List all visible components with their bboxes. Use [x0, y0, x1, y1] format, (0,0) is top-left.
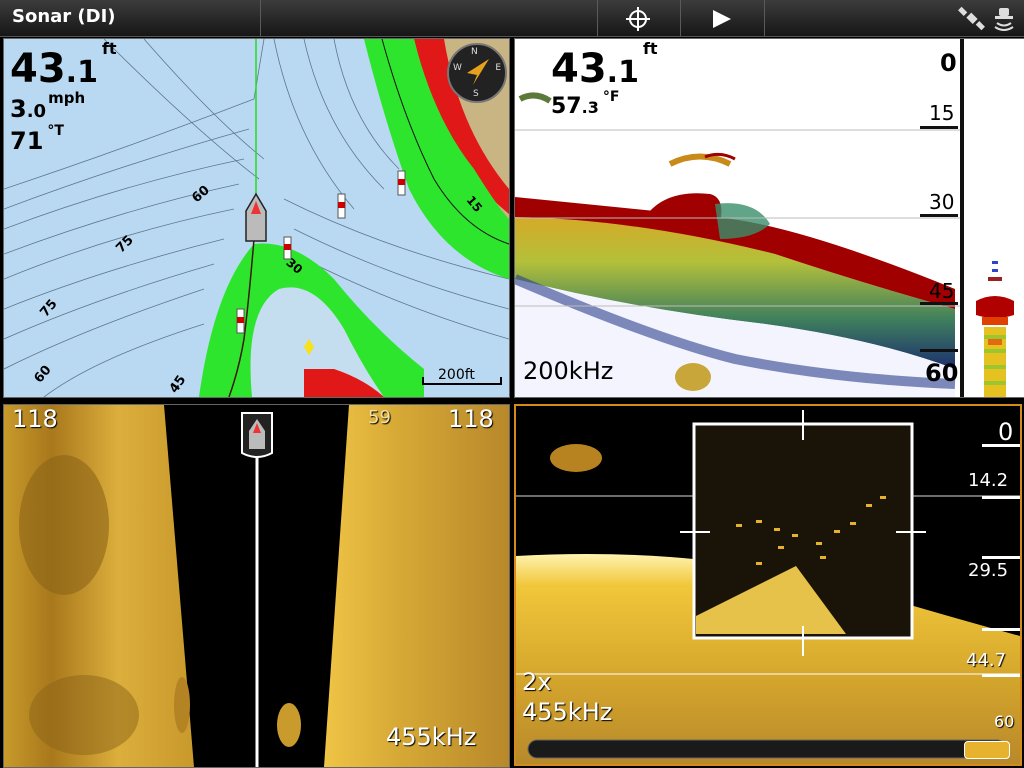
water-temp-readout: 57.3°F — [551, 89, 620, 119]
zoom-scroll-handle[interactable] — [964, 741, 1010, 759]
zoom-level-label: 2x — [522, 668, 552, 696]
compass-icon[interactable]: N E S W — [447, 43, 507, 103]
depth-scale-label: 60 — [925, 359, 959, 387]
topbar-divider — [260, 0, 261, 36]
si-depth-mark: 59 — [368, 407, 391, 428]
depth-scale-label: 0 — [940, 49, 957, 77]
play-icon[interactable] — [710, 8, 734, 30]
top-bar: Sonar (DI) — [0, 0, 1024, 37]
speed-readout: 3.0mph — [10, 89, 86, 123]
sonar-frequency-label: 200kHz — [523, 357, 614, 385]
di-depth-scale-label: 14.2 — [968, 470, 1009, 491]
topbar-divider — [764, 0, 765, 36]
topbar-divider — [680, 0, 681, 36]
side-imaging-image — [4, 405, 509, 767]
chart-depth-readout: 43.1ft — [10, 39, 117, 92]
di-depth-scale-label: 0 — [998, 418, 1014, 446]
si-range-left: 118 — [12, 405, 58, 433]
chart-view-pane[interactable]: 60 75 75 60 45 30 15 43.1ft 3.0mph 71 °T … — [3, 38, 510, 398]
transducer-icon — [994, 8, 1014, 31]
heading-readout: 71 °T — [10, 123, 64, 155]
di-frequency-label: 455kHz — [522, 698, 613, 726]
realtime-sonar-column — [976, 261, 1014, 397]
depth-scale-label: 15 — [929, 101, 955, 125]
di-depth-scale-label: 44.7 — [966, 650, 1007, 671]
depth-scale-label: 30 — [929, 190, 955, 214]
sonar-depth-readout: 43.1ft — [551, 39, 658, 92]
di-depth-scale-label: 29.5 — [968, 560, 1009, 581]
sonar-view-pane[interactable]: 43.1ft 57.3°F 0 15 30 45 60 200kHz — [514, 38, 1024, 398]
map-scale-bar: 200ft — [422, 367, 502, 389]
topbar-divider — [597, 0, 598, 36]
si-range-right: 118 — [448, 405, 494, 433]
depth-scale-label: 45 — [929, 279, 955, 303]
side-imaging-pane[interactable]: 118 118 59 455kHz — [3, 404, 510, 768]
crosshair-icon[interactable] — [624, 6, 652, 32]
gps-satellite-icon — [958, 6, 985, 31]
si-frequency-label: 455kHz — [386, 723, 477, 751]
down-imaging-pane[interactable]: 0 14.2 29.5 44.7 60 2x 455kHz — [514, 404, 1022, 766]
view-title[interactable]: Sonar (DI) — [12, 6, 116, 27]
di-depth-scale-label: 60 — [994, 712, 1015, 731]
